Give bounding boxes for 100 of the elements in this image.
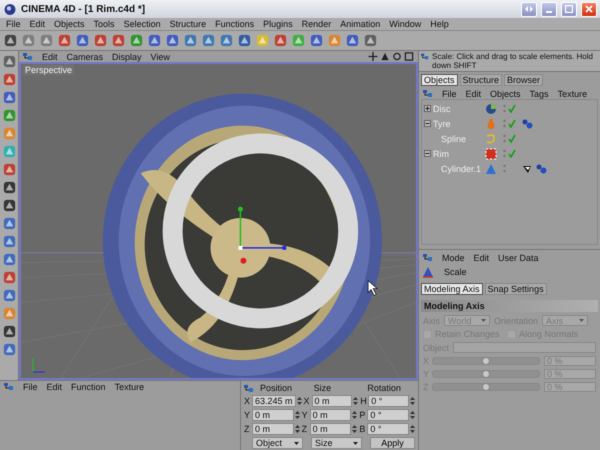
phong-tag-icon[interactable]	[522, 118, 533, 128]
manager-icon[interactable]	[423, 253, 433, 262]
axis-label: X	[244, 396, 251, 406]
value-field[interactable]: 0 °	[367, 409, 410, 421]
value-field[interactable]: 0 °	[367, 423, 410, 435]
visibility-dots-icon[interactable]	[503, 104, 506, 113]
manager-icon[interactable]	[244, 384, 254, 392]
mouse-cursor-icon	[368, 280, 378, 296]
minimize-button[interactable]	[541, 2, 557, 16]
world-axis-icon	[32, 358, 46, 373]
window-title: CINEMA 4D - [1 Rim.c4d *]	[21, 4, 146, 14]
axis-label: X	[304, 396, 311, 406]
polygon-object-icon	[485, 148, 497, 160]
viewport-label: Perspective	[23, 65, 74, 75]
close-icon	[585, 5, 593, 13]
apply-button[interactable]: Apply	[370, 437, 415, 449]
tab[interactable]: Structure	[460, 74, 502, 86]
expand-icon[interactable]	[424, 105, 431, 112]
app-logo-icon	[3, 2, 17, 16]
menu-item[interactable]: Plugins	[263, 19, 293, 29]
menu-item[interactable]: Edit	[46, 382, 62, 392]
value-field[interactable]: 0 m	[310, 423, 352, 435]
value-field[interactable]: 0 °	[368, 395, 409, 407]
menu-item[interactable]: Objects	[490, 88, 521, 98]
menu-item[interactable]: Functions	[215, 19, 254, 29]
check-icon[interactable]	[508, 149, 516, 158]
menu-item[interactable]: Help	[430, 19, 449, 29]
dropdown[interactable]: Size	[311, 437, 362, 449]
menu-item[interactable]: Selection	[124, 19, 161, 29]
caret-icon	[294, 442, 299, 444]
axis-label: Z	[302, 424, 308, 434]
axis-gizmo[interactable]	[238, 206, 286, 264]
manager-icon[interactable]	[23, 52, 33, 61]
disc-object-icon	[485, 102, 497, 114]
spline-object-icon	[485, 132, 497, 144]
menu-item[interactable]: File	[23, 382, 38, 392]
manager-icon[interactable]	[4, 382, 14, 391]
collapse-icon[interactable]	[424, 150, 431, 157]
axis-label: Y	[302, 410, 309, 420]
visibility-dots-icon[interactable]	[503, 149, 506, 158]
tab[interactable]: Browser	[504, 74, 544, 86]
caret-icon	[353, 442, 358, 444]
menu-item[interactable]: Render	[302, 19, 332, 29]
menu-item[interactable]: Texture	[558, 88, 588, 98]
check-icon[interactable]	[508, 104, 516, 113]
value-field[interactable]: 0 m	[252, 409, 294, 421]
visibility-dots-icon[interactable]	[503, 134, 506, 143]
close-button[interactable]	[581, 2, 597, 16]
collapse-icon[interactable]	[424, 120, 431, 127]
maximize-view-icon[interactable]	[404, 52, 414, 61]
menu-item[interactable]: Edit	[42, 52, 58, 62]
menu-item[interactable]: Objects	[54, 19, 85, 29]
value-field[interactable]: 0 m	[252, 423, 294, 435]
move-view-icon[interactable]	[368, 52, 378, 61]
menu-item[interactable]: File	[6, 19, 21, 29]
menu-item[interactable]: Animation	[340, 19, 380, 29]
check-icon[interactable]	[508, 134, 516, 143]
caret-icon	[579, 319, 584, 322]
tool-name: Scale	[444, 267, 467, 277]
menu-item[interactable]: Edit	[466, 88, 482, 98]
caret-icon	[481, 319, 486, 322]
menu-item[interactable]: Texture	[114, 382, 144, 392]
menu-item[interactable]: Display	[112, 52, 142, 62]
status-text: Scale: Click and drag to scale elements. Hold down SHIFT	[432, 52, 594, 70]
axis-label: Z	[244, 424, 250, 434]
tab[interactable]: Objects	[421, 74, 458, 86]
vase-object-icon	[485, 118, 497, 130]
restore-button[interactable]	[521, 2, 537, 16]
dropdown[interactable]: Object	[252, 437, 303, 449]
menu-item[interactable]: Structure	[170, 19, 206, 29]
menu-item[interactable]: Window	[389, 19, 422, 29]
wheel-drawing[interactable]	[102, 94, 382, 378]
axis-label: P	[359, 410, 366, 420]
check-icon[interactable]	[508, 119, 516, 128]
column-header: Size	[314, 383, 332, 393]
menu-item[interactable]: File	[442, 88, 457, 98]
menu-item[interactable]: Cameras	[66, 52, 104, 62]
menu-item[interactable]: View	[150, 52, 170, 62]
texture-tag-icon[interactable]	[522, 164, 533, 174]
column-header: Rotation	[367, 383, 402, 393]
value-field[interactable]: 0 m	[312, 395, 352, 407]
axis-label: H	[360, 396, 368, 406]
visibility-dots-icon[interactable]	[503, 119, 506, 128]
value-field[interactable]: 63.245 m	[252, 395, 296, 407]
viewport[interactable]: Perspective	[19, 62, 418, 380]
arrows-icon	[525, 6, 533, 12]
value-field[interactable]: 0 m	[310, 409, 352, 421]
manager-icon[interactable]	[421, 52, 429, 61]
visibility-dots-icon[interactable]	[503, 164, 506, 173]
menu-item[interactable]: Function	[71, 382, 106, 392]
maximize-button[interactable]	[561, 2, 577, 16]
rotate-view-icon[interactable]	[392, 52, 402, 61]
menu-item[interactable]: Edit	[30, 19, 46, 29]
manager-icon[interactable]	[423, 89, 433, 98]
axis-label: Y	[244, 410, 251, 420]
menu-item[interactable]: Tags	[530, 88, 549, 98]
scale-tool-icon	[422, 266, 434, 278]
menu-item[interactable]: Tools	[94, 19, 115, 29]
axis-label: B	[359, 424, 366, 434]
object-field[interactable]	[453, 342, 596, 353]
